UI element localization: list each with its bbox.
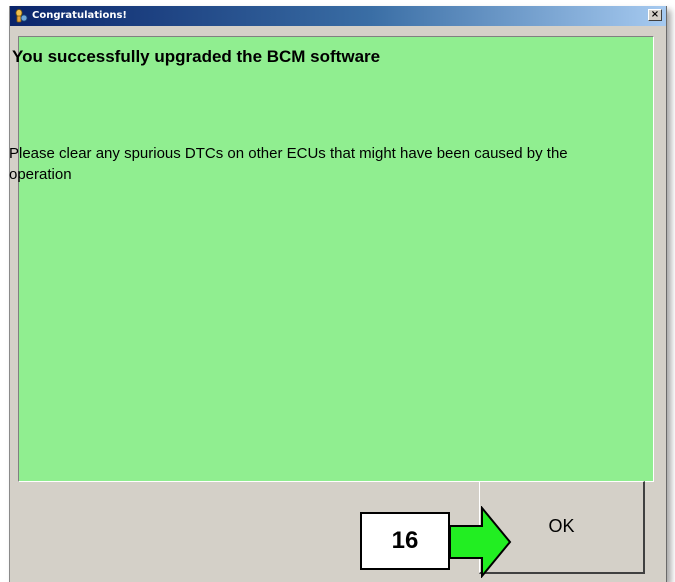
close-button[interactable]: ×: [648, 9, 662, 21]
title-bar[interactable]: Congratulations! ×: [10, 6, 666, 26]
dialog-title: Congratulations!: [32, 10, 127, 21]
step-number-callout: 16: [360, 512, 450, 570]
close-icon: ×: [650, 9, 660, 20]
app-icon: [13, 8, 29, 24]
success-headline: You successfully upgraded the BCM softwa…: [12, 47, 381, 66]
instruction-text: Please clear any spurious DTCs on other …: [9, 145, 568, 183]
right-arrow-icon: [449, 506, 512, 578]
message-panel: [18, 36, 654, 482]
